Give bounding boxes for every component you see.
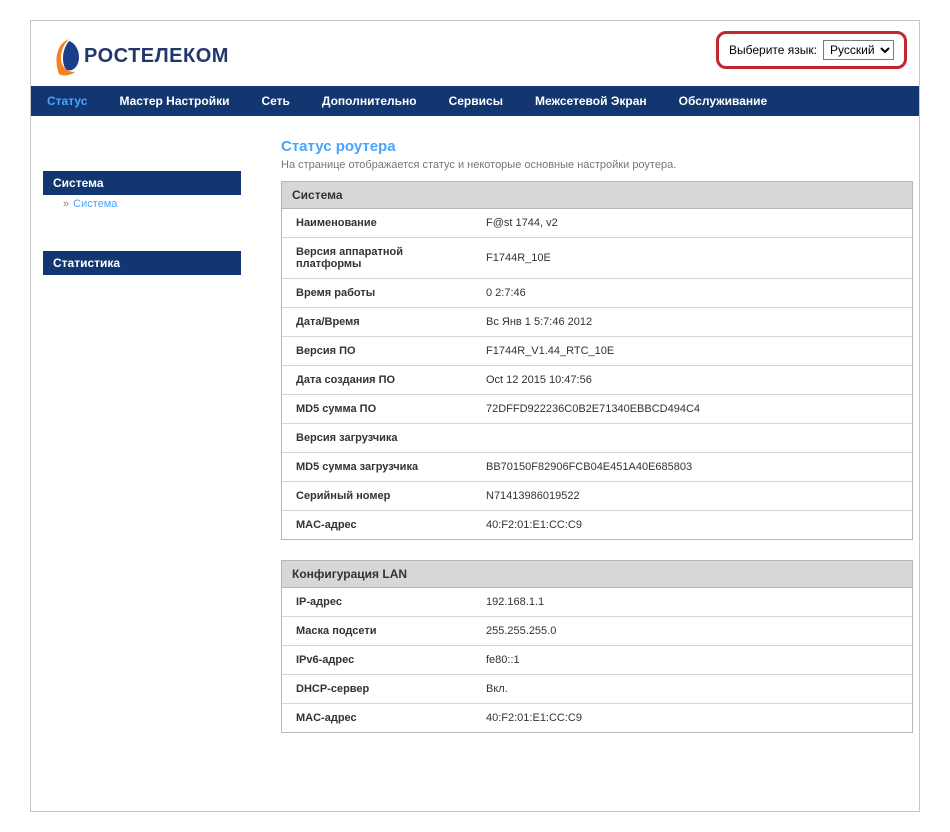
nav-item-2[interactable]: Сеть xyxy=(245,86,305,116)
lan-value: Вкл. xyxy=(472,675,912,704)
lan-value: fe80::1 xyxy=(472,646,912,675)
app-window: РОСТЕЛЕКОМ Выберите язык: РусскийEnglish… xyxy=(30,20,920,812)
table-row: НаименованиеF@st 1744, v2 xyxy=(282,209,912,238)
table-row: MD5 сумма загрузчикаBB70150F82906FCB04E4… xyxy=(282,453,912,482)
language-label: Выберите язык: xyxy=(729,43,817,57)
lan-key: IP-адрес xyxy=(282,588,472,617)
system-key: Версия ПО xyxy=(282,337,472,366)
system-value: 40:F2:01:E1:CC:C9 xyxy=(472,511,912,540)
system-value: 72DFFD922236C0B2E71340EBBCD494C4 xyxy=(472,395,912,424)
system-key: Дата создания ПО xyxy=(282,366,472,395)
table-row: IP-адрес192.168.1.1 xyxy=(282,588,912,617)
lan-value: 192.168.1.1 xyxy=(472,588,912,617)
page-description: На странице отображается статус и некото… xyxy=(281,159,913,171)
lan-panel: Конфигурация LAN IP-адрес192.168.1.1Маск… xyxy=(281,560,913,733)
system-value: BB70150F82906FCB04E451A40E685803 xyxy=(472,453,912,482)
table-row: MD5 сумма ПО72DFFD922236C0B2E71340EBBCD4… xyxy=(282,395,912,424)
table-row: Версия ПОF1744R_V1.44_RTC_10E xyxy=(282,337,912,366)
nav-item-6[interactable]: Обслуживание xyxy=(663,86,784,116)
lan-panel-title: Конфигурация LAN xyxy=(282,561,912,588)
system-value: N71413986019522 xyxy=(472,482,912,511)
system-value: F1744R_V1.44_RTC_10E xyxy=(472,337,912,366)
lan-key: Маска подсети xyxy=(282,617,472,646)
system-value: F@st 1744, v2 xyxy=(472,209,912,238)
sidebar-section-title[interactable]: Статистика xyxy=(43,251,241,275)
table-row: Серийный номерN71413986019522 xyxy=(282,482,912,511)
table-row: MAC-адрес40:F2:01:E1:CC:C9 xyxy=(282,511,912,540)
lan-value: 40:F2:01:E1:CC:C9 xyxy=(472,704,912,733)
nav-item-0[interactable]: Статус xyxy=(31,86,103,116)
nav-item-1[interactable]: Мастер Настройки xyxy=(103,86,245,116)
lan-table: IP-адрес192.168.1.1Маска подсети255.255.… xyxy=(282,588,912,732)
system-key: MAC-адрес xyxy=(282,511,472,540)
system-key: Версия аппаратной платформы xyxy=(282,238,472,279)
sidebar-section-title[interactable]: Система xyxy=(43,171,241,195)
language-select[interactable]: РусскийEnglish xyxy=(823,40,894,60)
header: РОСТЕЛЕКОМ Выберите язык: РусскийEnglish xyxy=(31,21,919,86)
content-area: Система » Система Статистика Статус роутера… xyxy=(31,116,919,763)
table-row: Дата создания ПОOct 12 2015 10:47:56 xyxy=(282,366,912,395)
chevron-right-icon: » xyxy=(63,198,69,210)
lan-key: DHCP-сервер xyxy=(282,675,472,704)
table-row: Версия аппаратной платформыF1744R_10E xyxy=(282,238,912,279)
table-row: Маска подсети255.255.255.0 xyxy=(282,617,912,646)
main-panel: Статус роутера На странице отображается … xyxy=(241,116,919,763)
system-value: Вс Янв 1 5:7:46 2012 xyxy=(472,308,912,337)
system-key: Дата/Время xyxy=(282,308,472,337)
nav-item-5[interactable]: Межсетевой Экран xyxy=(519,86,663,116)
sidebar-item: » Система xyxy=(43,195,241,213)
nav-item-4[interactable]: Сервисы xyxy=(433,86,519,116)
system-value: Oct 12 2015 10:47:56 xyxy=(472,366,912,395)
table-row: Версия загрузчика xyxy=(282,424,912,453)
system-panel: Система НаименованиеF@st 1744, v2Версия … xyxy=(281,181,913,540)
lan-key: MAC-адрес xyxy=(282,704,472,733)
table-row: Время работы0 2:7:46 xyxy=(282,279,912,308)
nav-item-3[interactable]: Дополнительно xyxy=(306,86,433,116)
language-selector-box: Выберите язык: РусскийEnglish xyxy=(716,31,907,69)
system-key: Время работы xyxy=(282,279,472,308)
system-table: НаименованиеF@st 1744, v2Версия аппаратн… xyxy=(282,209,912,539)
system-key: MD5 сумма ПО xyxy=(282,395,472,424)
system-panel-title: Система xyxy=(282,182,912,209)
lan-key: IPv6-адрес xyxy=(282,646,472,675)
page-title: Статус роутера xyxy=(281,138,913,155)
sidebar-link[interactable]: Система xyxy=(73,198,117,210)
table-row: IPv6-адресfe80::1 xyxy=(282,646,912,675)
system-key: MD5 сумма загрузчика xyxy=(282,453,472,482)
system-key: Наименование xyxy=(282,209,472,238)
logo-text: РОСТЕЛЕКОМ xyxy=(84,45,229,68)
system-key: Серийный номер xyxy=(282,482,472,511)
main-nav: СтатусМастер НастройкиСетьДополнительноС… xyxy=(31,86,919,116)
system-value xyxy=(472,424,912,453)
system-value: 0 2:7:46 xyxy=(472,279,912,308)
system-value: F1744R_10E xyxy=(472,238,912,279)
table-row: Дата/ВремяВс Янв 1 5:7:46 2012 xyxy=(282,308,912,337)
sidebar: Система » Система Статистика xyxy=(31,116,241,275)
rostelecom-logo-icon xyxy=(53,36,81,76)
lan-value: 255.255.255.0 xyxy=(472,617,912,646)
system-key: Версия загрузчика xyxy=(282,424,472,453)
table-row: MAC-адрес40:F2:01:E1:CC:C9 xyxy=(282,704,912,733)
table-row: DHCP-серверВкл. xyxy=(282,675,912,704)
